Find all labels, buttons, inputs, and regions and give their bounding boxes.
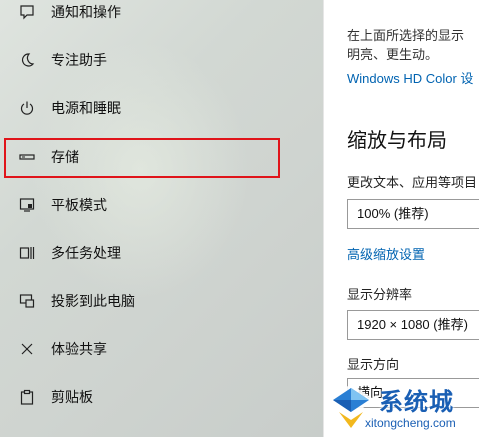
- description-line-2: 明亮、更生动。: [347, 47, 439, 62]
- resolution-dropdown[interactable]: 1920 × 1080 (推荐): [347, 310, 479, 340]
- watermark-name: 系统城: [379, 389, 454, 416]
- advanced-scaling-link[interactable]: 高级缩放设置: [347, 244, 425, 263]
- sidebar-item-power-sleep[interactable]: 电源和睡眠: [0, 86, 323, 130]
- resolution-dropdown-value: 1920 × 1080 (推荐): [357, 317, 468, 332]
- sidebar-item-label: 投影到此电脑: [51, 293, 135, 309]
- tablet-icon: [18, 196, 36, 214]
- notification-icon: [18, 3, 36, 21]
- storage-highlight-box: [4, 138, 280, 178]
- sidebar-item-focus-assist[interactable]: 专注助手: [0, 38, 323, 82]
- settings-sidebar: 通知和操作 专注助手 电源和睡眠 存储 平板模式 多任务处理 投影到此电脑 体验…: [0, 0, 323, 437]
- power-icon: [18, 99, 36, 117]
- resolution-label: 显示分辨率: [347, 287, 413, 302]
- share-icon: [18, 340, 36, 358]
- multitasking-icon: [18, 244, 36, 262]
- sidebar-item-tablet-mode[interactable]: 平板模式: [0, 183, 323, 227]
- scale-label: 更改文本、应用等项目: [347, 175, 478, 190]
- sidebar-item-label: 体验共享: [51, 341, 107, 357]
- windows-hd-color-link[interactable]: Windows HD Color 设: [347, 68, 473, 87]
- orientation-label: 显示方向: [347, 357, 400, 372]
- clipboard-icon: [18, 388, 36, 406]
- sidebar-item-clipboard[interactable]: 剪贴板: [0, 375, 323, 419]
- description-line-1: 在上面所选择的显示: [347, 28, 465, 43]
- scale-dropdown-value: 100% (推荐): [357, 206, 429, 221]
- sidebar-item-label: 剪贴板: [51, 389, 93, 405]
- partial-item-icon: [18, 430, 36, 437]
- sidebar-item-label: 多任务处理: [51, 245, 121, 261]
- sidebar-item-label: 平板模式: [51, 197, 107, 213]
- sidebar-item-label: 通知和操作: [51, 4, 121, 20]
- sidebar-item-partial[interactable]: [0, 422, 323, 437]
- display-settings-pane: 在上面所选择的显示 明亮、更生动。 Windows HD Color 设 缩放与…: [324, 0, 479, 437]
- scale-dropdown[interactable]: 100% (推荐): [347, 199, 479, 229]
- moon-icon: [18, 51, 36, 69]
- projector-icon: [18, 292, 36, 310]
- sidebar-item-project-to-pc[interactable]: 投影到此电脑: [0, 279, 323, 323]
- sidebar-item-notifications[interactable]: 通知和操作: [0, 0, 323, 34]
- sidebar-item-shared-experiences[interactable]: 体验共享: [0, 327, 323, 371]
- sidebar-item-label: 电源和睡眠: [51, 100, 121, 116]
- scale-layout-heading: 缩放与布局: [347, 130, 447, 152]
- sidebar-item-label: 专注助手: [51, 52, 107, 68]
- sidebar-item-multitasking[interactable]: 多任务处理: [0, 231, 323, 275]
- watermark-url: xitongcheng.com: [365, 416, 456, 430]
- watermark: 系统城 xitongcheng.com: [323, 376, 479, 437]
